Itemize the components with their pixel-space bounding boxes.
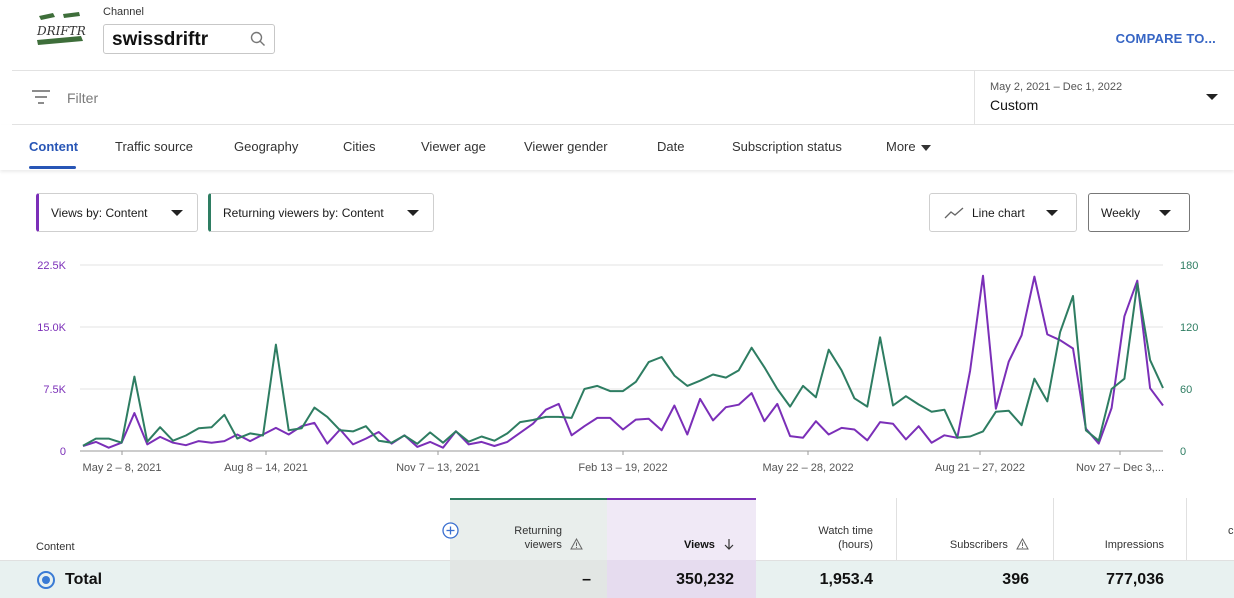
y-right-tick-label: 60 bbox=[1180, 384, 1192, 396]
column-divider bbox=[1186, 498, 1187, 560]
x-tick-label: Nov 27 – Dec 3,... bbox=[1076, 462, 1164, 474]
header-watch-time-line1[interactable]: Watch time bbox=[818, 524, 873, 538]
header-returning-line1[interactable]: Returning bbox=[514, 524, 562, 538]
column-divider bbox=[1053, 498, 1054, 560]
chart-canvas: 22.5K 180 15.0K 120 7.5K 60 0 0 May 2 – 8, 2021 A… bbox=[37, 260, 1198, 474]
returning-viewers-series-line bbox=[82, 282, 1164, 447]
header-content[interactable]: Content bbox=[36, 540, 75, 554]
header-returning-line2: viewers bbox=[524, 539, 562, 551]
tab-geography[interactable]: Geography bbox=[234, 139, 298, 154]
channel-picker[interactable]: swissdriftr bbox=[103, 24, 275, 54]
total-radio-button[interactable] bbox=[37, 571, 55, 589]
compare-to-button[interactable]: COMPARE TO... bbox=[1116, 31, 1216, 46]
x-tick-label: May 22 – 28, 2022 bbox=[762, 462, 853, 474]
x-tick-label: Aug 8 – 14, 2021 bbox=[224, 462, 308, 474]
header-impressions[interactable]: Impressions bbox=[1105, 538, 1164, 552]
x-tick-label: May 2 – 8, 2021 bbox=[83, 462, 162, 474]
views-metric-select[interactable]: Views by: Content bbox=[36, 193, 198, 232]
chevron-down-icon bbox=[407, 210, 419, 216]
y-left-tick-label: 22.5K bbox=[37, 260, 66, 272]
total-subscribers: 396 bbox=[1002, 571, 1029, 588]
filter-input[interactable]: Filter bbox=[67, 90, 98, 106]
filter-icon[interactable] bbox=[32, 90, 50, 104]
tab-date[interactable]: Date bbox=[657, 139, 684, 154]
tab-viewer-age[interactable]: Viewer age bbox=[421, 139, 486, 154]
header-views-label: Views bbox=[683, 539, 715, 551]
header-returning[interactable]: viewers bbox=[524, 537, 583, 552]
tab-subscription-status[interactable]: Subscription status bbox=[732, 139, 842, 154]
interval-select[interactable]: Weekly bbox=[1088, 193, 1190, 232]
line-chart-icon bbox=[944, 207, 964, 219]
chevron-down-icon[interactable] bbox=[1206, 94, 1218, 100]
column-divider bbox=[896, 498, 897, 560]
channel-label: Channel bbox=[103, 6, 144, 18]
warning-icon[interactable] bbox=[1016, 537, 1029, 550]
dimension-tabs: Content Traffic source Geography Cities … bbox=[0, 125, 1234, 170]
x-tick-label: Feb 13 – 19, 2022 bbox=[578, 462, 667, 474]
channel-header: DRIFTR Channel swissdriftr COMPARE TO... bbox=[0, 0, 1234, 70]
y-left-tick-label: 0 bbox=[60, 446, 66, 458]
returning-metric-label: Returning viewers by: Content bbox=[223, 206, 384, 220]
total-views: 350,232 bbox=[676, 571, 734, 588]
tab-cities[interactable]: Cities bbox=[343, 139, 376, 154]
header-subscribers-label: Subscribers bbox=[949, 539, 1008, 551]
header-views[interactable]: Views bbox=[684, 538, 734, 552]
tab-more-label: More bbox=[886, 139, 916, 154]
total-impressions: 777,036 bbox=[1106, 571, 1164, 588]
total-returning: – bbox=[582, 571, 591, 588]
active-tab-indicator bbox=[29, 166, 76, 169]
tab-more[interactable]: More bbox=[886, 139, 931, 154]
table-header: Content Returning viewers Views Watch ti… bbox=[0, 498, 1234, 560]
y-left-tick-label: 7.5K bbox=[43, 384, 66, 396]
x-tick-label: Nov 7 – 13, 2021 bbox=[396, 462, 480, 474]
warning-icon[interactable] bbox=[570, 537, 583, 550]
channel-name: swissdriftr bbox=[112, 29, 209, 50]
total-label: Total bbox=[65, 571, 103, 588]
interval-label: Weekly bbox=[1101, 206, 1141, 220]
sort-arrow-down-icon[interactable] bbox=[724, 538, 734, 550]
svg-text:DRIFTR: DRIFTR bbox=[36, 24, 86, 38]
chevron-down-icon bbox=[1046, 210, 1058, 216]
x-tick-label: Aug 21 – 27, 2022 bbox=[935, 462, 1025, 474]
header-subscribers[interactable]: Subscribers bbox=[949, 537, 1029, 552]
chart-type-select[interactable]: Line chart bbox=[929, 193, 1077, 232]
date-range-text[interactable]: May 2, 2021 – Dec 1, 2022 bbox=[990, 81, 1122, 93]
tab-viewer-gender[interactable]: Viewer gender bbox=[524, 139, 608, 154]
date-range-type[interactable]: Custom bbox=[990, 97, 1038, 113]
caret-down-icon bbox=[920, 144, 931, 151]
chart-type-label: Line chart bbox=[972, 206, 1025, 220]
add-metric-icon[interactable] bbox=[442, 522, 459, 539]
filter-bar: Filter May 2, 2021 – Dec 1, 2022 Custom bbox=[12, 70, 1234, 125]
channel-logo: DRIFTR bbox=[36, 12, 86, 45]
chevron-down-icon bbox=[171, 210, 183, 216]
y-right-tick-label: 120 bbox=[1180, 322, 1198, 334]
tab-traffic-source[interactable]: Traffic source bbox=[115, 139, 193, 154]
total-watch-time: 1,953.4 bbox=[819, 571, 873, 588]
chevron-down-icon bbox=[1159, 210, 1171, 216]
search-icon[interactable] bbox=[250, 31, 266, 47]
header-extra[interactable]: c bbox=[1228, 524, 1234, 538]
y-right-tick-label: 180 bbox=[1180, 260, 1198, 272]
views-metric-label: Views by: Content bbox=[51, 206, 148, 220]
y-right-tick-label: 0 bbox=[1180, 446, 1186, 458]
divider bbox=[974, 71, 975, 125]
tab-content[interactable]: Content bbox=[29, 139, 78, 154]
y-left-tick-label: 15.0K bbox=[37, 322, 66, 334]
header-watch-time-line2[interactable]: (hours) bbox=[838, 538, 873, 552]
views-series-line bbox=[82, 274, 1164, 449]
line-chart: 22.5K 180 15.0K 120 7.5K 60 0 0 May 2 – 8, 2021 A… bbox=[0, 255, 1234, 485]
returning-metric-select[interactable]: Returning viewers by: Content bbox=[208, 193, 434, 232]
